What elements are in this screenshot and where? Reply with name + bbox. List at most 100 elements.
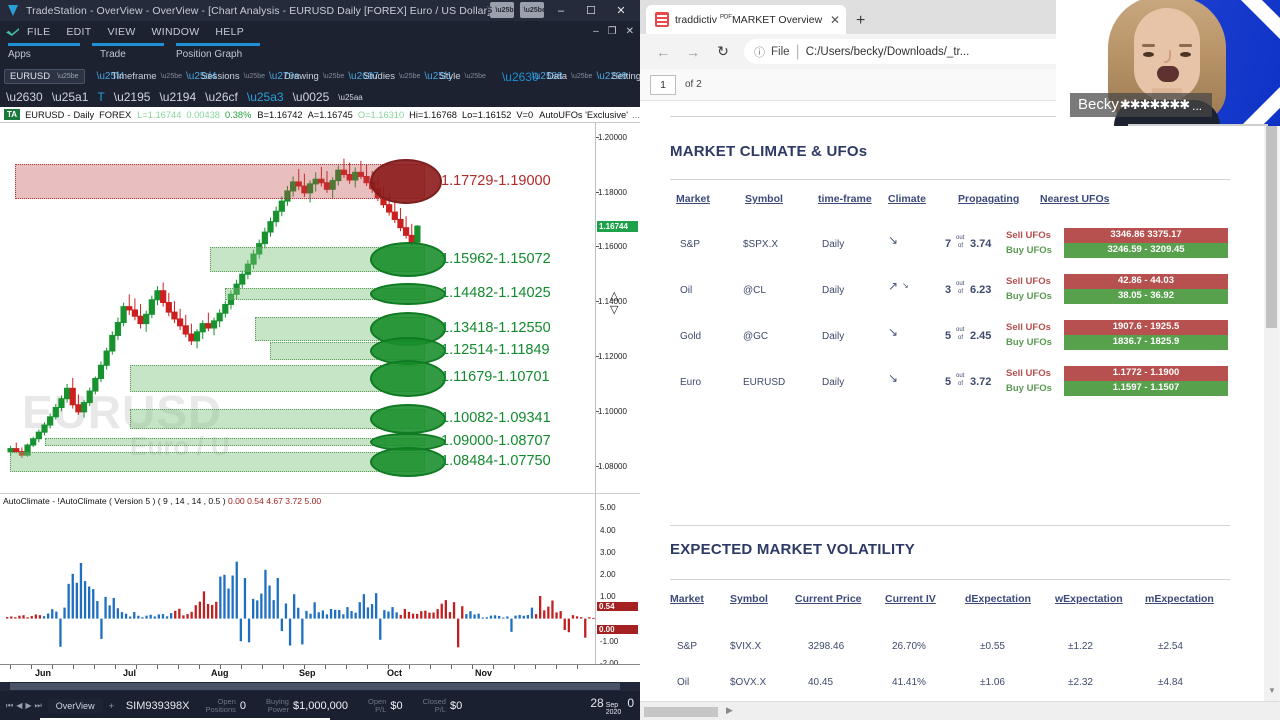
new-tab-button[interactable]: +	[856, 12, 865, 30]
scrollbar-thumb[interactable]	[10, 683, 620, 690]
pdf-page[interactable]: MARKET CLIMATE & UFOs Market Symbol time-f…	[640, 101, 1264, 701]
buy-ufos-range: 3246.59 - 3209.45	[1064, 243, 1228, 258]
menu-view[interactable]: VIEW	[108, 26, 136, 38]
cell-timeframe: Daily	[822, 285, 845, 296]
ribbon-group-position-graph[interactable]: Position Graph	[176, 43, 260, 60]
menu-help[interactable]: HELP	[215, 26, 244, 38]
sell-ufos-range: 3346.86 3375.17	[1064, 228, 1228, 243]
titlebar-buttons: S \u25be I \u25be	[486, 2, 546, 18]
rectangle-icon[interactable]: \u25a1	[52, 90, 89, 104]
inner-restore-button[interactable]: ❐	[608, 26, 617, 37]
scroll-down-icon[interactable]: ▼	[1268, 686, 1276, 695]
simulator-button[interactable]: S \u25be	[486, 2, 518, 18]
toolbar-drawing[interactable]: \u270e Drawing	[269, 71, 319, 83]
quote-exchange: FOREX	[99, 109, 132, 120]
menu-window[interactable]: WINDOW	[152, 26, 200, 38]
lines-icon[interactable]: \u2630	[6, 90, 43, 104]
time-axis-tick	[535, 665, 536, 669]
chevron-down-icon[interactable]: \u25be	[161, 73, 182, 80]
buy-zone-marker[interactable]	[370, 403, 446, 434]
price-axis[interactable]: △ ▽ 1.20000 1.18000 1.16000 1.14000 1.12000 1…	[595, 123, 640, 493]
quote-more: ...	[631, 109, 640, 120]
page-number-input[interactable]: 1	[650, 74, 676, 95]
menu-edit[interactable]: EDIT	[66, 26, 91, 38]
account-id[interactable]: SIM939398X	[126, 700, 190, 712]
reload-button[interactable]: ↻	[708, 43, 738, 60]
indicator-axis-tick: 1.00	[600, 592, 616, 602]
time-axis-tick	[115, 665, 116, 669]
sell-zone[interactable]	[15, 164, 425, 199]
chevron-down-icon[interactable]: \u25be	[323, 73, 344, 80]
symbol-input[interactable]: EURUSD \u25be	[4, 69, 85, 84]
ribbon-group-apps[interactable]: Apps	[8, 43, 80, 60]
menu-file[interactable]: FILE	[27, 26, 50, 38]
close-button[interactable]: ✕	[606, 4, 636, 17]
chart-toolbar: EURUSD \u25be \u25f4 Timeframe \u25be \u…	[0, 66, 742, 87]
indicator-chart[interactable]: AutoClimate - !AutoClimate ( Version 5 )…	[0, 493, 595, 671]
prev-icon[interactable]: ◀	[16, 701, 22, 711]
inner-close-button[interactable]: ✕	[626, 26, 634, 37]
time-axis-tick	[514, 665, 515, 669]
column-header: Symbol	[730, 593, 768, 605]
first-icon[interactable]: ⏮	[6, 701, 13, 711]
more-tools-icon[interactable]: \u25aa	[338, 93, 362, 102]
buy-zone[interactable]	[45, 438, 425, 447]
scroll-right-icon[interactable]: ▶	[726, 705, 733, 716]
frame-icon[interactable]: \u25a3	[247, 90, 284, 104]
text-icon[interactable]: T	[97, 90, 104, 104]
column-header: time-frame	[818, 193, 872, 205]
sell-zone-marker[interactable]	[370, 159, 442, 204]
close-tab-icon[interactable]: ✕	[830, 13, 840, 27]
browser-tab-market-overview[interactable]: traddictiv PDFMARKET Overview ✕	[646, 5, 846, 34]
pdf-horizontal-scrollbar[interactable]: ▶	[640, 701, 1280, 720]
climate-arrow-icon: ↘	[888, 325, 899, 339]
workspace-tab-overview[interactable]: OverView	[47, 698, 103, 713]
info-icon[interactable]: ⓘ	[754, 44, 765, 60]
zone-price-label: 1.17729-1.19000	[441, 172, 551, 189]
toolbar-studies[interactable]: \u2697 Studies	[348, 71, 395, 83]
section1-rule	[670, 179, 1230, 180]
indicator-axis-tick: 5.00	[600, 503, 616, 513]
toolbar-timeframe[interactable]: \u25f4 Timeframe	[97, 71, 157, 83]
chevron-down-icon[interactable]: \u25be	[571, 73, 592, 80]
maximize-button[interactable]: ☐	[576, 4, 606, 17]
toolbar-style[interactable]: \u25f1 Style	[424, 71, 460, 83]
buy-zone[interactable]	[10, 452, 425, 473]
chevron-down-icon[interactable]: \u25be	[465, 73, 486, 80]
scrollbar-thumb[interactable]	[644, 707, 718, 717]
price-chart[interactable]: EURUSD Euro / U 1.17729-1.19000 1.15962-1…	[0, 123, 595, 493]
layout-icon[interactable]: \u2630	[502, 71, 539, 83]
percent-tool-icon[interactable]: \u0025	[293, 90, 330, 104]
next-icon[interactable]: ▶	[25, 701, 31, 711]
sell-ufos-range: 1.1772 - 1.1900	[1064, 366, 1228, 381]
column-header: Nearest UFOs	[1040, 193, 1110, 205]
toolbar-data[interactable]: \u2588 Data	[532, 71, 567, 83]
scroll-down-icon[interactable]: ▽	[610, 305, 618, 316]
cell-symbol: $VIX.X	[730, 641, 762, 652]
workspace-nav[interactable]: ⏮ ◀ ▶ ⏭	[0, 701, 48, 711]
inner-minimize-button[interactable]: –	[593, 26, 599, 37]
forward-button[interactable]: →	[678, 44, 708, 60]
buy-zone-marker[interactable]	[370, 359, 446, 397]
status-field-open-pl: Open P/L $0	[368, 696, 403, 714]
last-icon[interactable]: ⏭	[35, 701, 42, 711]
ribbon-group-trade[interactable]: Trade	[92, 43, 164, 60]
eye-left	[1143, 52, 1154, 57]
back-button[interactable]: ←	[648, 44, 678, 60]
chevron-down-icon[interactable]: \u25be	[399, 73, 420, 80]
add-workspace-button[interactable]: +	[103, 701, 120, 711]
scrollbar-thumb[interactable]	[1266, 123, 1277, 328]
chart-horizontal-scrollbar[interactable]	[0, 682, 640, 691]
toolbar-settings[interactable]: \u2299 Settings	[596, 71, 645, 83]
horizontal-arrows-icon[interactable]: \u2194	[159, 90, 196, 104]
vertical-arrows-icon[interactable]: \u2195	[114, 90, 151, 104]
toolbar-sessions[interactable]: \u25d4 Sessions	[186, 71, 240, 83]
buy-zone-marker[interactable]	[370, 242, 446, 277]
erase-drawing-icon[interactable]: \u26cf	[205, 90, 238, 104]
minimize-button[interactable]: –	[546, 5, 576, 17]
chevron-down-icon[interactable]: \u25be	[244, 73, 265, 80]
buy-ufos-label: Buy UFOs	[1006, 337, 1052, 348]
pdf-vertical-scrollbar[interactable]: ▼	[1264, 101, 1279, 701]
info-button[interactable]: I \u25be	[518, 2, 546, 18]
cell-market: S&P	[680, 239, 701, 250]
